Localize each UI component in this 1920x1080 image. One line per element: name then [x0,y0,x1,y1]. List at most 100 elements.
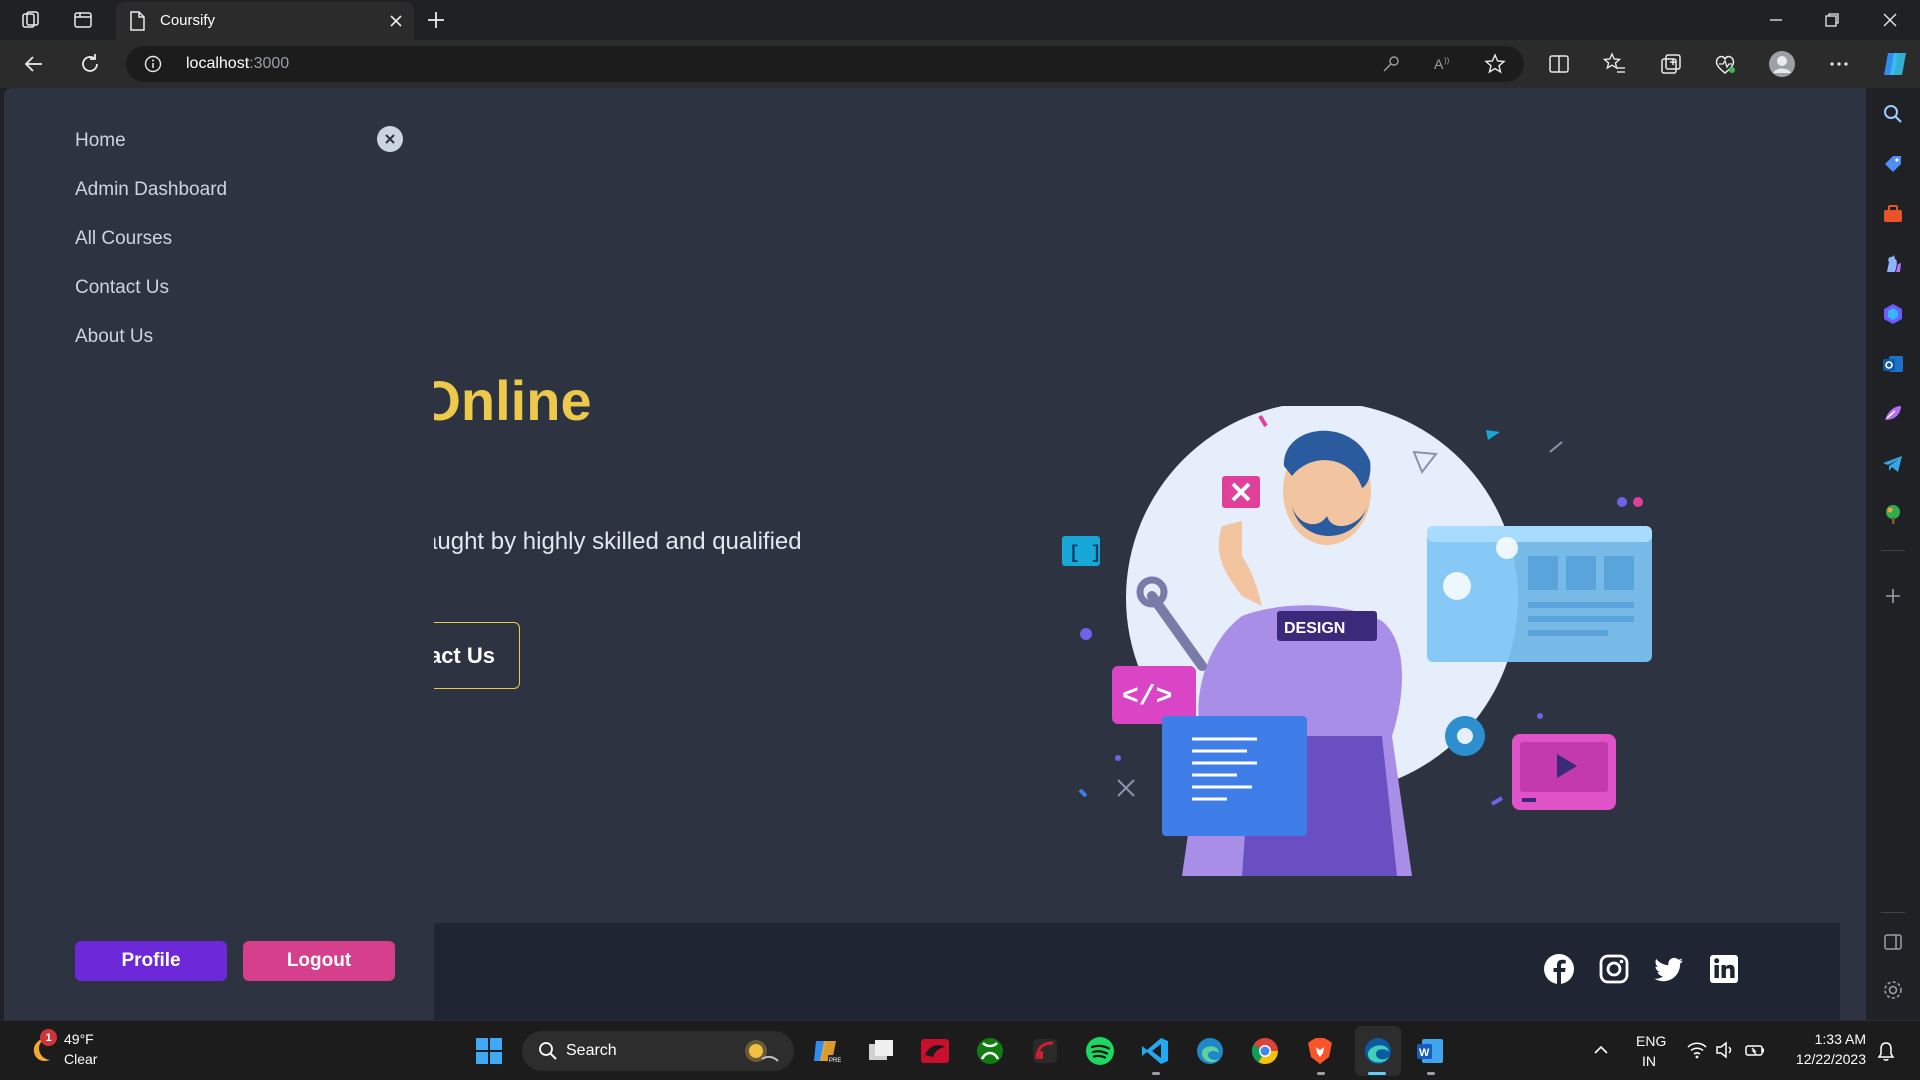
split-screen-icon[interactable] [1546,51,1572,77]
running-indicator [1317,1072,1325,1075]
minimize-icon[interactable] [1764,8,1788,32]
sidebar-outlook-icon[interactable] [1881,352,1905,376]
restore-icon[interactable] [1820,8,1844,32]
drawer-link-all-courses[interactable]: All Courses [75,228,172,250]
brave-icon[interactable] [1304,1035,1336,1067]
logout-button[interactable]: Logout [243,941,395,981]
weather-condition[interactable]: Clear [64,1051,97,1067]
taskbar-search-placeholder: Search [566,1042,617,1059]
svg-text:)): )) [1444,56,1450,65]
copilot-icon[interactable] [1880,49,1910,79]
sidebar-shopping-icon[interactable] [1881,152,1905,176]
sidebar-add-icon[interactable] [1881,584,1905,608]
windows-taskbar: 1 49°F Clear Search PRE W ENG IN 1:33 AM… [0,1020,1920,1080]
tab-title: Coursify [160,12,216,29]
weather-temperature[interactable]: 49°F [64,1031,94,1047]
sidebar-divider [1881,550,1905,551]
nav-drawer: Home Admin Dashboard All Courses Contact… [4,88,434,1020]
vscode-icon[interactable] [1139,1035,1171,1067]
search-highlight-icon [745,1040,779,1062]
favorites-icon[interactable] [1602,51,1628,77]
task-view-icon[interactable] [865,1035,897,1067]
taskbar-search-box[interactable]: Search [522,1031,794,1071]
facebook-icon[interactable] [1543,953,1575,985]
address-bar[interactable]: localhost:3000 A)) [126,46,1524,82]
red-app-icon[interactable] [919,1035,951,1067]
workspaces-icon[interactable] [18,8,44,32]
clock-time[interactable]: 1:33 AM [1776,1031,1866,1047]
footer: served [334,923,1840,1020]
page-viewport: st Online urses taught by highly skilled… [4,88,1866,1020]
active-indicator [1368,1072,1386,1075]
sidebar-games-icon[interactable] [1881,252,1905,276]
hero-title-accent: Online [417,369,592,432]
close-icon [385,134,395,144]
volume-icon[interactable] [1714,1040,1736,1060]
notification-bell-icon[interactable] [1876,1040,1896,1062]
svg-text:A: A [1434,56,1444,72]
word-icon[interactable]: W [1414,1035,1446,1067]
chrome-icon[interactable] [1249,1035,1281,1067]
sidebar-tree-icon[interactable] [1881,502,1905,526]
sidebar-copilot-design-icon[interactable] [1881,302,1905,326]
new-tab-icon[interactable] [424,8,448,32]
more-options-icon[interactable] [1826,51,1852,77]
search-icon [539,1042,557,1060]
spotify-icon[interactable] [1084,1035,1116,1067]
drawer-link-admin-dashboard[interactable]: Admin Dashboard [75,179,227,201]
refresh-icon[interactable] [76,50,104,78]
back-icon[interactable] [20,50,48,78]
wifi-icon[interactable] [1686,1040,1708,1060]
browser-toolbar: localhost:3000 A)) [0,40,1920,88]
collections-icon[interactable] [1658,51,1684,77]
drawer-link-home[interactable]: Home [75,130,126,152]
edge-sidebar [1866,88,1920,1020]
sidebar-drop-icon[interactable] [1881,402,1905,426]
twitter-icon[interactable] [1653,953,1685,985]
edge-dev-icon[interactable] [1194,1035,1226,1067]
drawer-link-contact-us[interactable]: Contact Us [75,277,169,299]
password-key-icon[interactable] [1380,53,1402,75]
svg-text:[ ]: [ ] [1069,544,1101,564]
sidebar-hide-icon[interactable] [1881,930,1905,954]
close-window-icon[interactable] [1878,8,1902,32]
browser-tab-bar: Coursify [0,0,1920,40]
hero-description: urses taught by highly skilled and quali… [352,528,802,590]
sidebar-settings-icon[interactable] [1881,978,1905,1002]
language-indicator[interactable]: ENG [1636,1033,1666,1049]
page-icon [130,11,145,31]
site-info-icon[interactable] [144,55,162,73]
edge-browser-icon[interactable] [1362,1035,1394,1067]
show-hidden-icons-icon[interactable] [1590,1039,1612,1061]
svg-text:PRE: PRE [829,1058,841,1064]
running-indicator [1152,1072,1160,1075]
windows-start-icon[interactable] [473,1035,505,1067]
tab-coursify[interactable]: Coursify [116,2,414,40]
xbox-icon[interactable] [974,1035,1006,1067]
sidebar-telegram-icon[interactable] [1881,452,1905,476]
svg-text:</>: </> [1122,682,1172,713]
clock-date[interactable]: 12/22/2023 [1776,1051,1866,1067]
drawer-link-about-us[interactable]: About Us [75,326,153,348]
game-launcher-icon[interactable] [1029,1035,1061,1067]
profile-avatar-icon[interactable] [1768,50,1796,78]
favorite-star-icon[interactable] [1484,53,1506,75]
design-label: DESIGN [1284,620,1345,637]
browser-essentials-icon[interactable] [1712,51,1738,77]
svg-text:W: W [1419,1047,1430,1059]
tab-actions-icon[interactable] [70,8,96,32]
drawer-close-button[interactable] [377,126,403,152]
hero-illustration: [ ] DESIGN </> [1062,406,1652,876]
battery-icon[interactable] [1744,1040,1766,1060]
read-aloud-icon[interactable]: A)) [1432,53,1454,75]
linkedin-icon[interactable] [1708,953,1740,985]
weather-notification-badge: 1 [40,1029,57,1046]
close-tab-icon[interactable] [386,11,406,31]
sidebar-tools-icon[interactable] [1881,202,1905,226]
copilot-preview-app-icon[interactable]: PRE [810,1035,842,1067]
sidebar-search-icon[interactable] [1881,102,1905,126]
sidebar-divider-bottom [1881,912,1905,913]
region-indicator[interactable]: IN [1642,1053,1656,1069]
instagram-icon[interactable] [1598,953,1630,985]
profile-button[interactable]: Profile [75,941,227,981]
